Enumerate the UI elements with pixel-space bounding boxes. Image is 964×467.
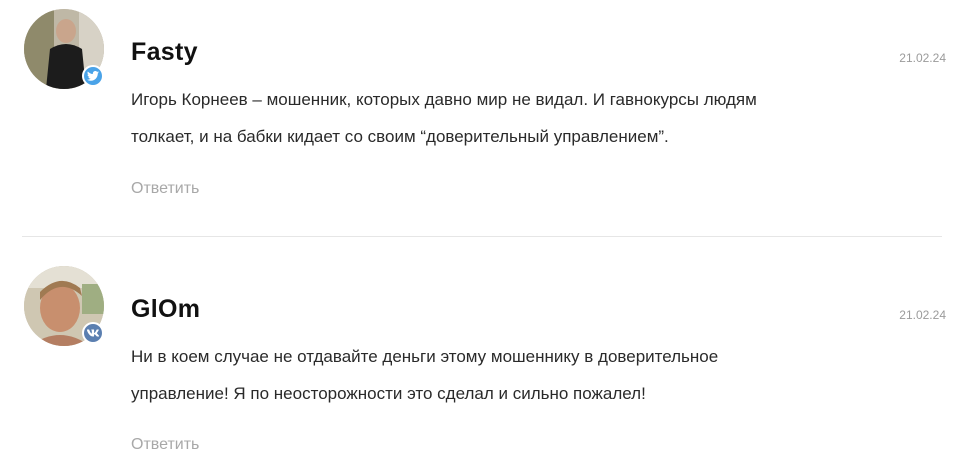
comment-date: 21.02.24: [899, 51, 946, 65]
author-name[interactable]: GlOm: [131, 295, 200, 324]
reply-button[interactable]: Ответить: [131, 436, 199, 454]
comment-text: Ни в коем случае не отдавайте деньги это…: [131, 338, 951, 412]
comment-text-line: Ни в коем случае не отдавайте деньги это…: [131, 347, 719, 366]
comment-text-line: управление! Я по неосторожности это сдел…: [131, 384, 646, 403]
comment-text-line: толкает, и на бабки кидает со своим “дов…: [131, 127, 669, 146]
comment-text: Игорь Корнеев – мошенник, которых давно …: [131, 81, 951, 155]
avatar-container[interactable]: [24, 9, 104, 89]
comment-item: Fasty 21.02.24 Игорь Корнеев – мошенник,…: [0, 0, 964, 236]
avatar-container[interactable]: [24, 266, 104, 346]
twitter-icon: [82, 65, 104, 87]
comment-date: 21.02.24: [899, 308, 946, 322]
comment-item: GlOm 21.02.24 Ни в коем случае не отдава…: [0, 237, 964, 467]
comment-text-line: Игорь Корнеев – мошенник, которых давно …: [131, 90, 757, 109]
author-name[interactable]: Fasty: [131, 38, 198, 67]
reply-button[interactable]: Ответить: [131, 180, 199, 198]
vk-icon: [82, 322, 104, 344]
